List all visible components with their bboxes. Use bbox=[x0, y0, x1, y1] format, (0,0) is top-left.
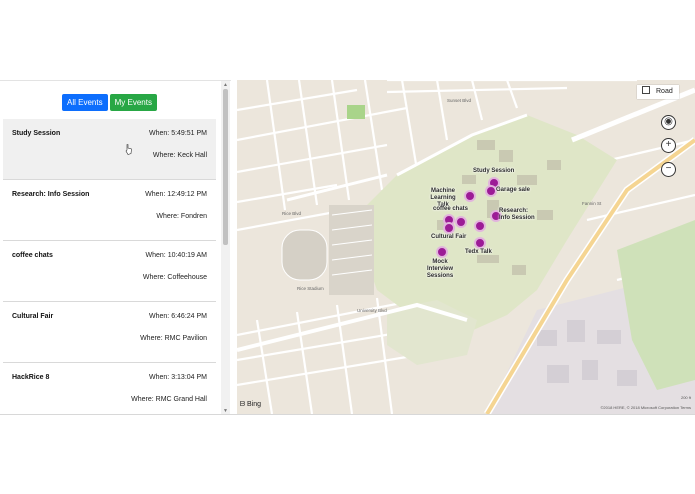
svg-text:Fannin St: Fannin St bbox=[582, 201, 602, 206]
map-pin-label: Research: Info Session bbox=[499, 208, 535, 221]
event-location: Where: RMC Grand Hall bbox=[131, 396, 207, 403]
map-pin[interactable] bbox=[474, 237, 486, 249]
map-style-road-button[interactable]: Road bbox=[637, 85, 679, 99]
svg-text:Rice Blvd: Rice Blvd bbox=[282, 211, 302, 216]
app: All Events My Events Study Session When:… bbox=[0, 80, 695, 415]
map-base-layer: Sunset Blvd University Blvd Rice Stadium… bbox=[237, 80, 695, 414]
mouse-cursor-icon bbox=[125, 144, 132, 155]
map-pin-label: Mock Interview Sessions bbox=[426, 259, 454, 279]
sidebar-scrollbar[interactable]: ▲ ▼ bbox=[221, 81, 230, 414]
scrollbar-thumb[interactable] bbox=[223, 89, 228, 245]
filter-buttons: All Events My Events bbox=[0, 94, 219, 111]
event-name: HackRice 8 bbox=[12, 374, 50, 381]
event-card[interactable]: coffee chats When: 10:40:19 AM Where: Co… bbox=[3, 241, 216, 302]
locate-me-icon[interactable]: ◉ bbox=[661, 115, 676, 130]
map-pin[interactable] bbox=[455, 216, 467, 228]
event-time: When: 10:40:19 AM bbox=[145, 252, 207, 259]
map-pin-label: coffee chats bbox=[433, 206, 469, 212]
zoom-out-icon[interactable]: − bbox=[661, 162, 676, 177]
event-time: When: 5:49:51 PM bbox=[149, 130, 207, 137]
bing-label: Bing bbox=[247, 401, 262, 408]
event-card[interactable]: Research: Info Session When: 12:49:12 PM… bbox=[3, 180, 216, 241]
campus-map[interactable]: Sunset Blvd University Blvd Rice Stadium… bbox=[237, 80, 695, 414]
map-scale: 200 ft bbox=[680, 395, 691, 400]
map-style-label: Road bbox=[656, 88, 673, 95]
all-events-button[interactable]: All Events bbox=[62, 94, 108, 111]
map-pin-label: Tedx Talk bbox=[465, 249, 492, 255]
event-location: Where: Keck Hall bbox=[152, 152, 207, 159]
my-events-button[interactable]: My Events bbox=[109, 94, 157, 111]
map-pin[interactable] bbox=[474, 220, 486, 232]
scroll-down-arrow-icon[interactable]: ▼ bbox=[222, 408, 229, 414]
event-time: When: 12:49:12 PM bbox=[145, 191, 207, 198]
event-name: Study Session bbox=[12, 130, 61, 137]
event-name: coffee chats bbox=[12, 252, 53, 259]
event-location: Where: Fondren bbox=[156, 213, 207, 220]
event-card[interactable]: Study Session When: 5:49:51 PM Where: Ke… bbox=[3, 119, 216, 180]
bing-icon: ᗷ bbox=[240, 401, 246, 408]
map-pin-label: Garage sale bbox=[496, 187, 531, 193]
event-card[interactable]: Cultural Fair When: 6:46:24 PM Where: RM… bbox=[3, 302, 216, 363]
zoom-in-icon[interactable]: + bbox=[661, 138, 676, 153]
map-pin-label: Study Session bbox=[473, 168, 515, 174]
map-copyright[interactable]: ©2018 HERE, © 2018 Microsoft Corporation… bbox=[600, 405, 691, 410]
event-name: Research: Info Session bbox=[12, 191, 90, 198]
event-location: Where: RMC Pavilion bbox=[140, 335, 207, 342]
event-card[interactable]: HackRice 8 When: 3:13:04 PM Where: RMC G… bbox=[3, 363, 216, 414]
map-pin[interactable] bbox=[443, 222, 455, 234]
event-sidebar: All Events My Events Study Session When:… bbox=[0, 80, 231, 414]
event-list: Study Session When: 5:49:51 PM Where: Ke… bbox=[3, 119, 216, 414]
svg-text:University Blvd: University Blvd bbox=[357, 308, 387, 313]
scroll-up-arrow-icon[interactable]: ▲ bbox=[222, 82, 229, 88]
svg-text:Sunset Blvd: Sunset Blvd bbox=[447, 98, 472, 103]
event-name: Cultural Fair bbox=[12, 313, 54, 320]
map-pin[interactable] bbox=[464, 190, 476, 202]
event-location: Where: Coffeehouse bbox=[142, 274, 207, 281]
event-time: When: 3:13:04 PM bbox=[149, 374, 207, 381]
svg-text:Rice Stadium: Rice Stadium bbox=[297, 286, 324, 291]
event-time: When: 6:46:24 PM bbox=[149, 313, 207, 320]
map-style-icon bbox=[642, 86, 650, 94]
map-pin[interactable] bbox=[436, 246, 448, 258]
map-pin-label: Cultural Fair bbox=[431, 234, 467, 240]
bing-logo[interactable]: ᗷ Bing bbox=[240, 401, 261, 409]
